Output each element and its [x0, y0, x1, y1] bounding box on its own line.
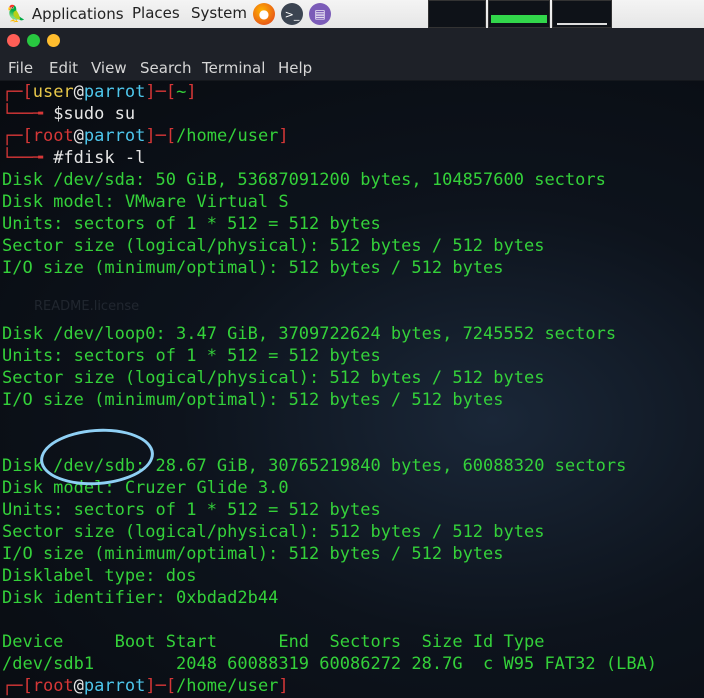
terminal-launcher-icon[interactable]: >_	[281, 3, 303, 25]
memory-monitor-applet[interactable]	[488, 0, 550, 28]
close-window-button[interactable]	[7, 34, 20, 47]
menu-edit[interactable]: Edit	[49, 59, 78, 77]
output-line: Disk model: VMware Virtual S	[2, 192, 289, 212]
output-line: Disklabel type: dos	[2, 566, 197, 586]
desktop-file-label: README.license	[34, 299, 140, 314]
output-line: Sector size (logical/physical): 512 byte…	[2, 236, 545, 256]
command-line: └──╼ $sudo su	[2, 104, 136, 124]
terminal-output[interactable]: README.license ┌─[user@parrot]─[~] └──╼ …	[0, 81, 704, 698]
output-line: Sector size (logical/physical): 512 byte…	[2, 522, 545, 542]
terminal-menubar: File Edit View Search Terminal Help	[0, 54, 704, 81]
command-line: └──╼ #fdisk -l	[2, 148, 146, 168]
top-panel: 🦜 Applications Places System ● >_ ▤	[0, 0, 704, 28]
minimize-window-button[interactable]	[27, 34, 40, 47]
menu-file[interactable]: File	[8, 59, 33, 77]
output-line: Disk /dev/sda: 50 GiB, 53687091200 bytes…	[2, 170, 606, 190]
cpu-monitor-applet[interactable]	[428, 0, 486, 28]
output-line: I/O size (minimum/optimal): 512 bytes / …	[2, 544, 504, 564]
partition-table-header: Device Boot Start End Sectors Size Id Ty…	[2, 632, 545, 652]
parrot-logo-icon: 🦜	[6, 4, 26, 23]
network-monitor-applet[interactable]	[552, 0, 612, 28]
partition-table-row: /dev/sdb1 2048 60088319 60086272 28.7G c…	[2, 654, 658, 674]
firefox-icon[interactable]: ●	[253, 3, 275, 25]
text-editor-icon[interactable]: ▤	[309, 3, 331, 25]
output-line: I/O size (minimum/optimal): 512 bytes / …	[2, 258, 504, 278]
menu-terminal[interactable]: Terminal	[202, 59, 265, 77]
prompt-line: ┌─[root@parrot]─[/home/user]	[2, 126, 289, 146]
output-line: I/O size (minimum/optimal): 512 bytes / …	[2, 390, 504, 410]
prompt-line: ┌─[user@parrot]─[~]	[2, 82, 197, 102]
output-line: Disk /dev/loop0: 3.47 GiB, 3709722624 by…	[2, 324, 617, 344]
output-line: Units: sectors of 1 * 512 = 512 bytes	[2, 500, 381, 520]
maximize-window-button[interactable]	[47, 34, 60, 47]
prompt-line: ┌─[root@parrot]─[/home/user]	[2, 676, 289, 696]
output-line: Units: sectors of 1 * 512 = 512 bytes	[2, 214, 381, 234]
menu-help[interactable]: Help	[278, 59, 312, 77]
menu-search[interactable]: Search	[140, 59, 192, 77]
output-line: Units: sectors of 1 * 512 = 512 bytes	[2, 346, 381, 366]
window-titlebar[interactable]	[0, 28, 704, 54]
system-menu[interactable]: System	[191, 4, 247, 22]
places-menu[interactable]: Places	[132, 4, 180, 22]
applications-menu[interactable]: 🦜 Applications	[6, 4, 124, 23]
output-line: Disk model: Cruzer Glide 3.0	[2, 478, 289, 498]
menu-view[interactable]: View	[91, 59, 127, 77]
output-line: Sector size (logical/physical): 512 byte…	[2, 368, 545, 388]
applications-label: Applications	[31, 4, 124, 23]
output-line: Disk identifier: 0xbdad2b44	[2, 588, 279, 608]
